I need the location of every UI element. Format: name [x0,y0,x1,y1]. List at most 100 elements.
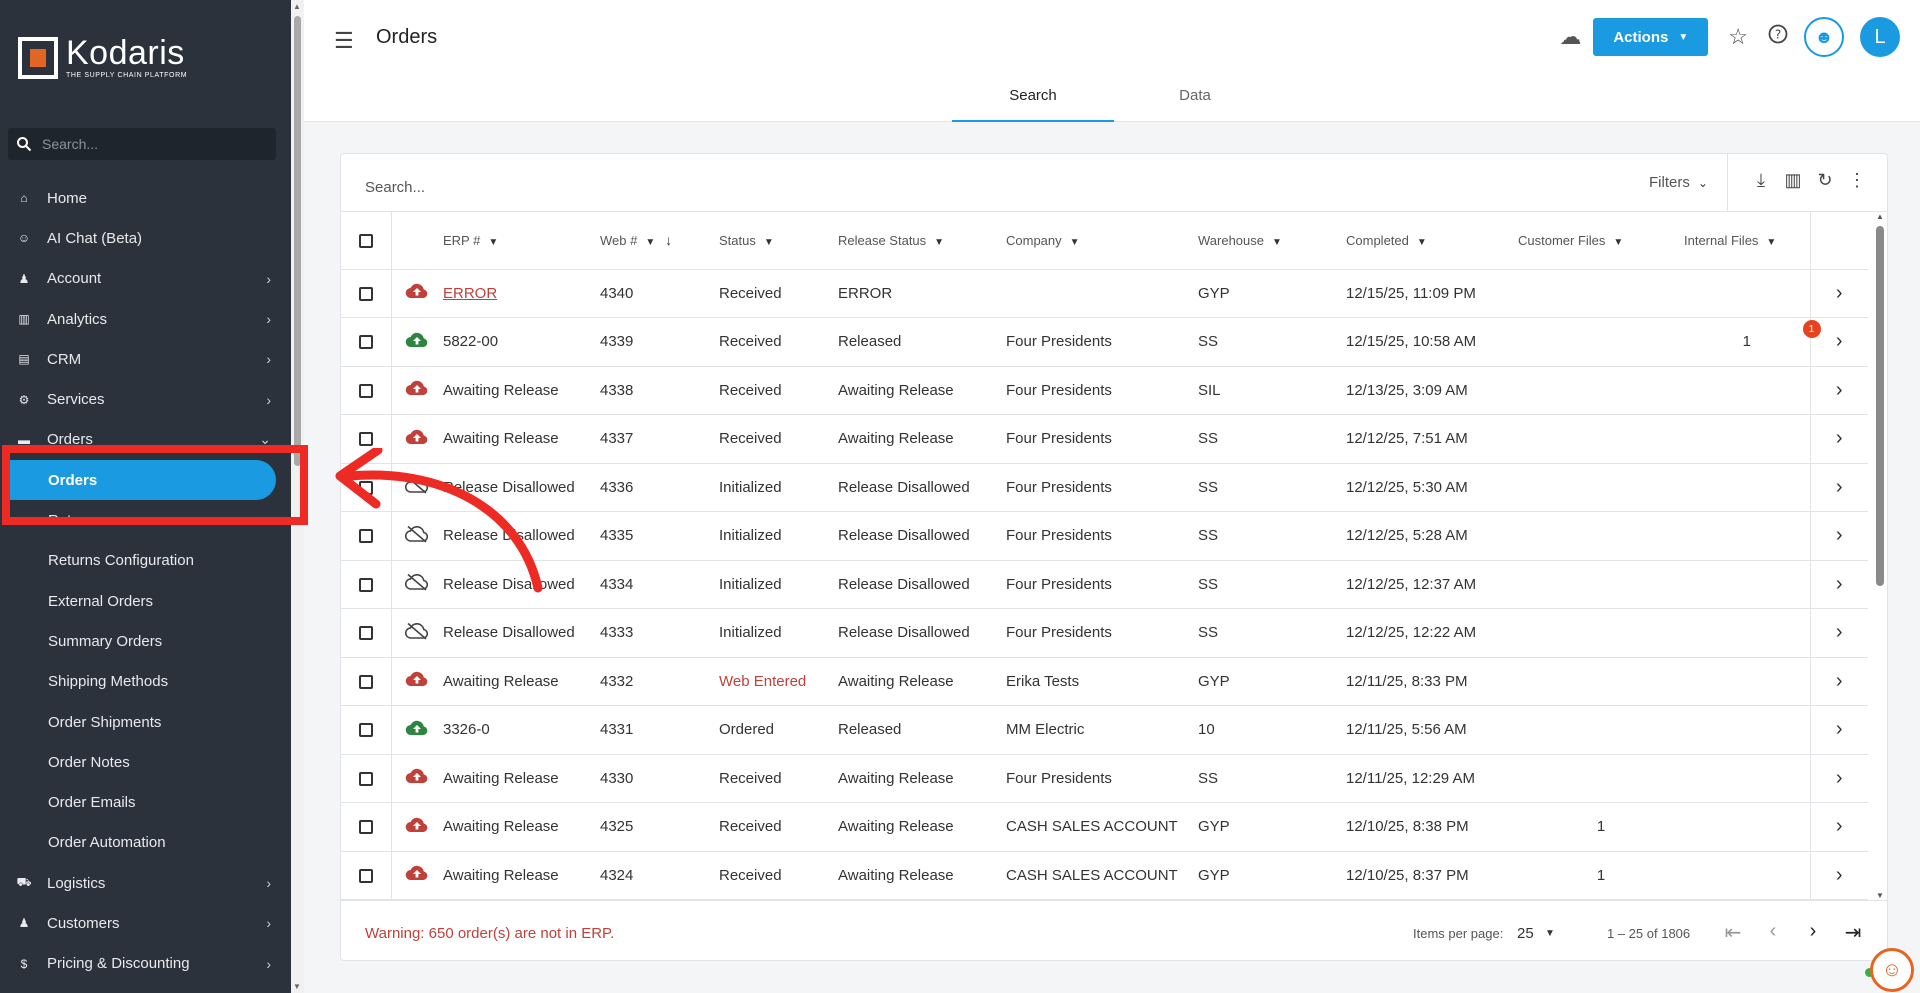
col-status[interactable]: Status ▼ [719,212,838,270]
table-row[interactable]: 3326-0 4331 Ordered Released MM Electric 10 12… [341,705,1868,755]
row-checkbox[interactable] [358,286,373,301]
col-internal-files[interactable]: Internal Files ▼ [1684,212,1810,270]
chevron-right-icon[interactable]: › [1836,524,1843,546]
cloud-off-icon[interactable] [405,622,429,644]
cloud-upload-error-icon[interactable] [405,769,429,789]
chevron-right-icon[interactable]: › [1836,573,1843,595]
cloud-upload-error-icon[interactable] [405,672,429,692]
col-release-status[interactable]: Release Status ▼ [838,212,1006,270]
cloud-upload-error-icon[interactable] [405,817,429,838]
chevron-right-icon[interactable]: › [1836,767,1843,789]
sidebar-subitem-order-notes[interactable]: Order Notes [0,742,291,782]
row-checkbox[interactable] [358,723,373,738]
refresh-icon[interactable]: ↻ [1809,170,1841,191]
download-icon[interactable]: ⤓ [1745,170,1777,191]
col-warehouse[interactable]: Warehouse ▼ [1198,212,1346,270]
scrollbar-thumb[interactable] [294,16,301,466]
row-checkbox[interactable] [358,432,373,447]
row-checkbox[interactable] [358,820,373,835]
chevron-right-icon[interactable]: › [1836,379,1843,401]
row-checkbox[interactable] [358,383,373,398]
chevron-right-icon[interactable]: › [1836,427,1843,449]
row-checkbox[interactable] [358,771,373,786]
cloud-upload-error-icon[interactable] [405,381,429,401]
row-checkbox[interactable] [358,674,373,689]
scrollbar-thumb[interactable] [1876,226,1884,586]
sidebar-subitem-order-shipments[interactable]: Order Shipments [0,702,291,742]
col-completed[interactable]: Completed ▼ [1346,212,1518,270]
sidebar-subitem-summary-orders[interactable]: Summary Orders [0,621,291,661]
help-icon[interactable]: ? [1768,24,1788,50]
col-customer-files[interactable]: Customer Files ▼ [1518,212,1684,270]
more-vert-icon[interactable]: ⋮ [1841,170,1873,191]
chevron-right-icon[interactable]: › [1836,476,1843,498]
chevron-right-icon[interactable]: › [1836,330,1843,352]
erp-number[interactable]: ERROR [443,285,497,302]
sidebar-item-crm[interactable]: ▤ CRM › [0,339,291,379]
tab-search[interactable]: Search [952,80,1114,122]
chevron-right-icon[interactable]: › [1836,815,1843,837]
chevron-right-icon[interactable]: › [1836,282,1843,304]
sidebar-subitem-external-orders[interactable]: External Orders [0,581,291,621]
table-row[interactable]: Awaiting Release 4338 Received Awaiting Rel… [341,366,1868,415]
sidebar-subitem-order-emails[interactable]: Order Emails [0,782,291,822]
sidebar-item-customers[interactable]: ♟ Customers › [0,903,291,943]
table-row[interactable]: Awaiting Release 4332 Web Entered Awaiting … [341,657,1868,706]
table-scrollbar[interactable]: ▲ ▼ [1873,212,1887,900]
row-checkbox[interactable] [358,626,373,641]
col-web[interactable]: Web # ▼ ↓ [600,212,719,270]
star-icon[interactable]: ☆ [1728,24,1748,50]
cloud-upload-error-icon[interactable] [405,284,429,304]
scroll-down-icon[interactable]: ▼ [1876,891,1884,900]
sidebar-item-account[interactable]: ♟ Account › [0,259,291,299]
orders-search-input[interactable] [365,174,1265,200]
table-row[interactable]: Awaiting Release 4337 Received Awaiting Rel… [341,414,1868,464]
tab-data[interactable]: Data [1114,80,1276,122]
select-all-checkbox[interactable] [358,234,373,249]
cloud-upload-success-icon[interactable] [405,332,429,353]
kodaris-logo[interactable]: Kodaris THE SUPPLY CHAIN PLATFORM [18,36,187,79]
cloud-upload-success-icon[interactable] [405,720,429,741]
menu-icon[interactable]: ☰ [334,28,354,54]
sidebar-subitem-order-automation[interactable]: Order Automation [0,823,291,863]
avatar[interactable]: L [1860,17,1900,57]
ai-assistant-icon[interactable]: ☻ [1804,17,1844,57]
table-row[interactable]: Awaiting Release 4330 Received Awaiting Rel… [341,754,1868,803]
table-row[interactable]: 5822-00 4339 Received Released Four Presiden… [341,317,1868,367]
sidebar-item-ai-chat-beta[interactable]: ☺ AI Chat (Beta) [0,218,291,258]
chat-support-icon[interactable]: ☺ [1870,948,1914,992]
chevron-right-icon[interactable]: › [1836,621,1843,643]
sidebar-item-analytics[interactable]: ▥ Analytics › [0,299,291,339]
sidebar-item-logistics[interactable]: ⛟ Logistics › [0,863,291,903]
chevron-right-icon[interactable]: › [1836,718,1843,740]
filters-dropdown[interactable]: Filters ⌄ [1649,174,1708,191]
last-page-icon[interactable]: ⇥ [1833,920,1873,945]
row-checkbox[interactable] [358,868,373,883]
first-page-icon[interactable]: ⇤ [1713,920,1753,945]
sidebar-item-services[interactable]: ⚙ Services › [0,379,291,419]
table-row[interactable]: Release Disallowed 4334 Initialized Release… [341,560,1868,609]
table-row[interactable]: Release Disallowed 4335 Initialized Release… [341,511,1868,561]
table-row[interactable]: Release Disallowed 4333 Initialized Release… [341,608,1868,658]
table-row[interactable]: Awaiting Release 4324 Received Awaiting Rel… [341,851,1868,900]
sidebar-search-input[interactable] [42,136,262,152]
chevron-right-icon[interactable]: › [1836,864,1843,886]
items-per-page-select[interactable]: 25 [1517,925,1534,942]
row-checkbox[interactable] [358,335,373,350]
scroll-up-icon[interactable]: ▲ [1876,212,1884,221]
col-company[interactable]: Company ▼ [1006,212,1198,270]
columns-icon[interactable]: ▥ [1777,170,1809,191]
cloud-download-icon[interactable]: ☁ [1559,24,1581,50]
scroll-down-icon[interactable]: ▼ [293,982,301,991]
col-erp[interactable]: ERP # ▼ [443,212,600,270]
chevron-right-icon[interactable]: › [1836,670,1843,692]
caret-down-icon[interactable]: ▼ [1545,928,1555,939]
next-page-icon[interactable]: › [1793,920,1833,945]
sidebar-item-home[interactable]: ⌂ Home [0,178,291,218]
table-row[interactable]: Awaiting Release 4325 Received Awaiting Rel… [341,802,1868,852]
scroll-up-icon[interactable]: ▲ [293,2,301,11]
sidebar-subitem-shipping-methods[interactable]: Shipping Methods [0,662,291,702]
sidebar-subitem-returns-configuration[interactable]: Returns Configuration [0,541,291,581]
actions-button[interactable]: Actions ▼ [1593,18,1709,56]
table-row[interactable]: ERROR 4340 Received ERROR GYP 12/15/25, 11:09… [341,269,1868,318]
